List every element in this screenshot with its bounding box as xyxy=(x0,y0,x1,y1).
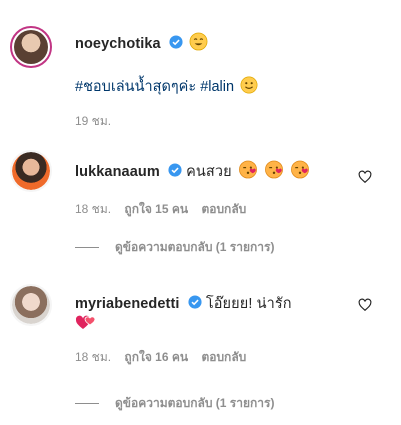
caption-username[interactable]: noeychotika xyxy=(75,36,161,52)
comment-1-time[interactable]: 18 ชม. xyxy=(75,202,111,216)
caption-meta: 19 ชม. xyxy=(75,112,121,131)
verified-badge-icon xyxy=(169,35,183,49)
comment-1-likes[interactable]: ถูกใจ 15 คน xyxy=(124,202,188,216)
smiling-face-emoji-icon xyxy=(240,76,258,94)
caption-hashtags[interactable]: #ชอบเล่นน้ำสุดๆค่ะ #lalin xyxy=(75,79,234,95)
kissing-face-emoji-icon xyxy=(238,160,257,179)
comment-1-text: คนสวย xyxy=(186,164,232,180)
kissing-face-emoji-icon xyxy=(265,160,283,179)
avatar-image xyxy=(12,152,50,190)
caption-username-row: noeychotika xyxy=(75,32,208,52)
comment-2-text: โอ๊ยยย! น่ารัก xyxy=(205,296,292,312)
avatar-myriabenedetti[interactable] xyxy=(10,284,52,326)
divider xyxy=(75,403,99,404)
comment-1-reply-button[interactable]: ตอบกลับ xyxy=(201,202,246,216)
comment-2-reply-button[interactable]: ตอบกลับ xyxy=(201,350,246,364)
comment-2-view-replies[interactable]: ดูข้อความตอบกลับ (1 รายการ) xyxy=(75,394,274,413)
comment-1-meta: 18 ชม. ถูกใจ 15 คน ตอบกลับ xyxy=(75,200,256,219)
comment-2-header: myriabenedetti โอ๊ยยย! น่ารัก xyxy=(75,292,292,315)
comment-1-view-replies[interactable]: ดูข้อความตอบกลับ (1 รายการ) xyxy=(75,238,274,257)
comment-1-view-replies-label[interactable]: ดูข้อความตอบกลับ (1 รายการ) xyxy=(115,238,274,257)
caption-hashtags-row: #ชอบเล่นน้ำสุดๆค่ะ #lalin xyxy=(75,75,258,98)
caption-time[interactable]: 19 ชม. xyxy=(75,114,111,128)
two-hearts-emoji-icon xyxy=(75,315,96,329)
avatar-image xyxy=(12,286,50,324)
verified-badge-icon xyxy=(168,163,182,177)
comment-2-time[interactable]: 18 ชม. xyxy=(75,350,111,364)
comment-2-meta: 18 ชม. ถูกใจ 16 คน ตอบกลับ xyxy=(75,348,256,367)
verified-badge-icon xyxy=(188,295,202,309)
avatar-lukkanaaum[interactable] xyxy=(10,150,52,192)
avatar-noeychotika[interactable] xyxy=(10,26,52,68)
comment-2-view-replies-label[interactable]: ดูข้อความตอบกลับ (1 รายการ) xyxy=(115,394,274,413)
comment-2-username[interactable]: myriabenedetti xyxy=(75,296,180,312)
comment-2-like-heart-icon[interactable] xyxy=(358,298,372,312)
comment-1-header: lukkanaaum คนสวย xyxy=(75,160,310,183)
kissing-face-emoji-icon xyxy=(291,160,310,179)
comment-2-likes[interactable]: ถูกใจ 16 คน xyxy=(124,350,188,364)
grimacing-face-emoji-icon xyxy=(189,32,208,51)
avatar-image xyxy=(14,30,48,64)
comment-1-like-heart-icon[interactable] xyxy=(358,170,372,184)
comment-1-username[interactable]: lukkanaaum xyxy=(75,164,160,180)
divider xyxy=(75,247,99,248)
